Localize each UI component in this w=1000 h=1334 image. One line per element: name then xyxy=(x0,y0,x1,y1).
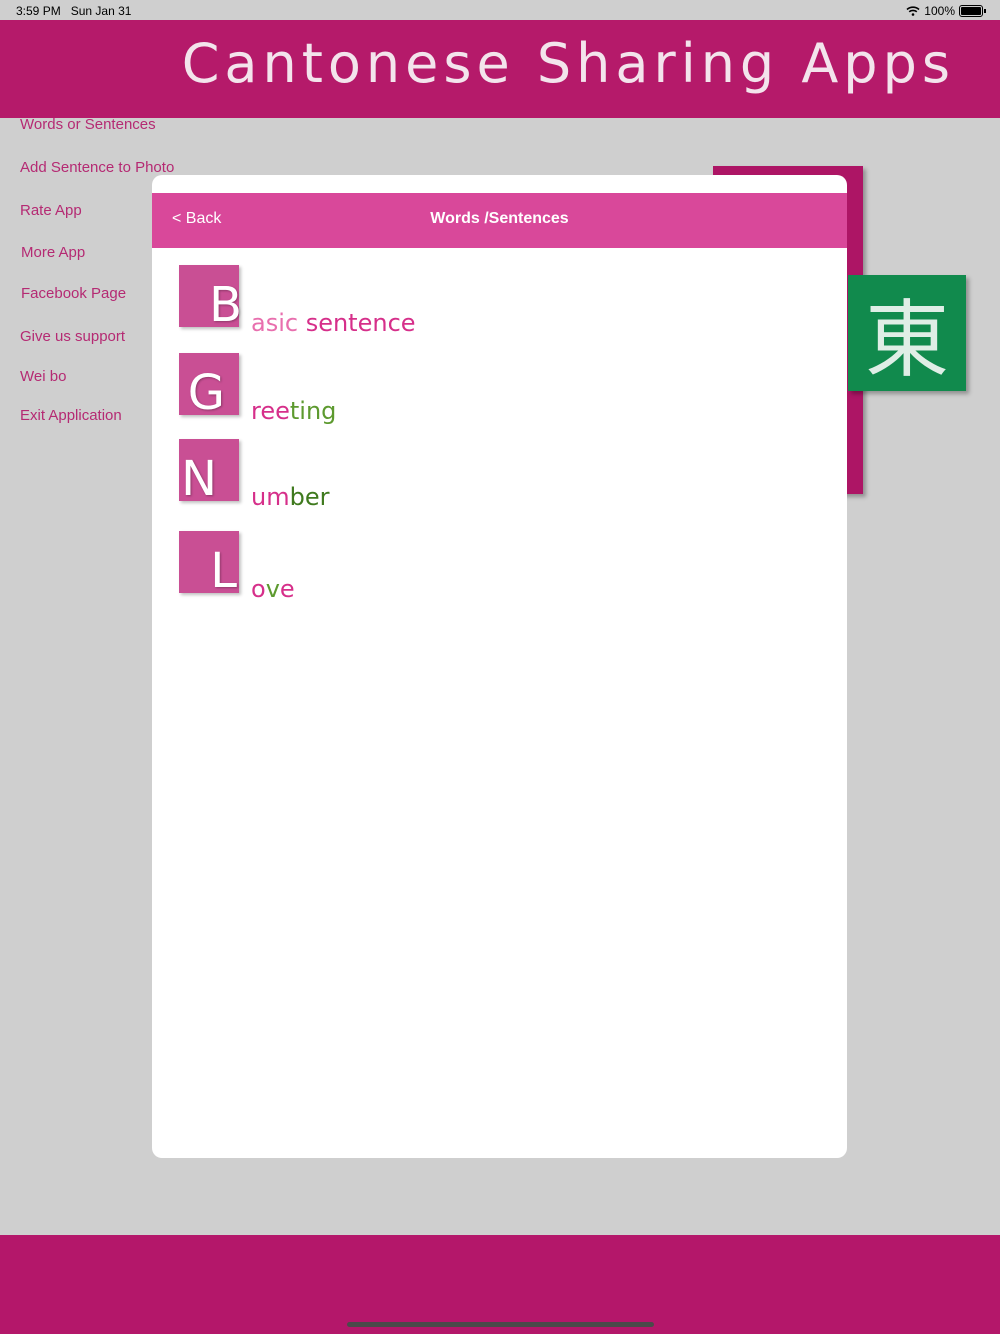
letter-tile-letter: N xyxy=(181,451,217,507)
word-part: um xyxy=(251,483,290,511)
letter-tile-letter: G xyxy=(187,365,225,421)
status-time: 3:59 PM Sun Jan 31 xyxy=(16,4,131,18)
letter-tile: G xyxy=(179,353,239,421)
menu-item-more-app[interactable]: More App xyxy=(21,244,85,261)
letter-tile: B xyxy=(179,265,242,333)
word-part: o xyxy=(251,575,266,603)
battery-tip xyxy=(984,9,986,13)
chinese-character-tile: 東 xyxy=(848,275,966,391)
status-time-text: 3:59 PM xyxy=(16,4,61,18)
status-date-text: Sun Jan 31 xyxy=(70,4,132,18)
menu-item-exit-application[interactable]: Exit Application xyxy=(20,407,122,424)
menu-item-give-us-support[interactable]: Give us support xyxy=(20,328,125,345)
letter-tile-letter: L xyxy=(210,543,237,599)
home-indicator xyxy=(347,1322,654,1327)
word-part: ting xyxy=(289,397,337,425)
footer-bar xyxy=(0,1235,1000,1334)
menu-item-words-or-sentences[interactable]: Words or Sentences xyxy=(20,116,156,133)
list-item-label: umber xyxy=(251,483,329,511)
words-sentences-modal: < Back Words /Sentences B asic sentence … xyxy=(152,175,847,1158)
word-part: e xyxy=(279,575,295,603)
battery-percent: 100% xyxy=(924,4,955,18)
modal-title: Words /Sentences xyxy=(430,210,569,227)
app-title: Cantonese Sharing Apps xyxy=(181,32,955,95)
chinese-character: 東 xyxy=(864,290,949,389)
modal-header: < Back Words /Sentences xyxy=(152,193,847,248)
header-banner: Cantonese Sharing Apps xyxy=(0,20,1000,118)
menu-item-rate-app[interactable]: Rate App xyxy=(20,202,82,219)
battery-icon xyxy=(959,5,983,17)
list-item-greeting[interactable]: G reeting xyxy=(179,353,579,425)
list-item-basic-sentence[interactable]: B asic sentence xyxy=(179,265,579,337)
list-item-label: ove xyxy=(251,575,295,603)
word-part: asic xyxy=(251,309,306,337)
menu-item-wei-bo[interactable]: Wei bo xyxy=(20,368,66,385)
list-item-love[interactable]: L ove xyxy=(179,531,579,603)
list-item-label: reeting xyxy=(251,397,336,425)
menu-item-add-sentence-to-photo[interactable]: Add Sentence to Photo xyxy=(20,159,174,176)
list-item-label: asic sentence xyxy=(251,309,416,337)
word-part: sentence xyxy=(305,309,416,337)
list-item-number[interactable]: N umber xyxy=(179,439,579,511)
word-part: ree xyxy=(251,397,290,425)
status-bar: 3:59 PM Sun Jan 31 100% xyxy=(0,0,1000,20)
word-part: v xyxy=(265,575,280,603)
letter-tile-letter: B xyxy=(209,277,242,333)
menu-item-facebook-page[interactable]: Facebook Page xyxy=(21,285,126,302)
letter-tile: L xyxy=(179,531,239,599)
letter-tile: N xyxy=(179,439,239,507)
status-right: 100% xyxy=(906,4,986,18)
wifi-icon xyxy=(906,6,920,16)
word-part: ber xyxy=(289,483,330,511)
